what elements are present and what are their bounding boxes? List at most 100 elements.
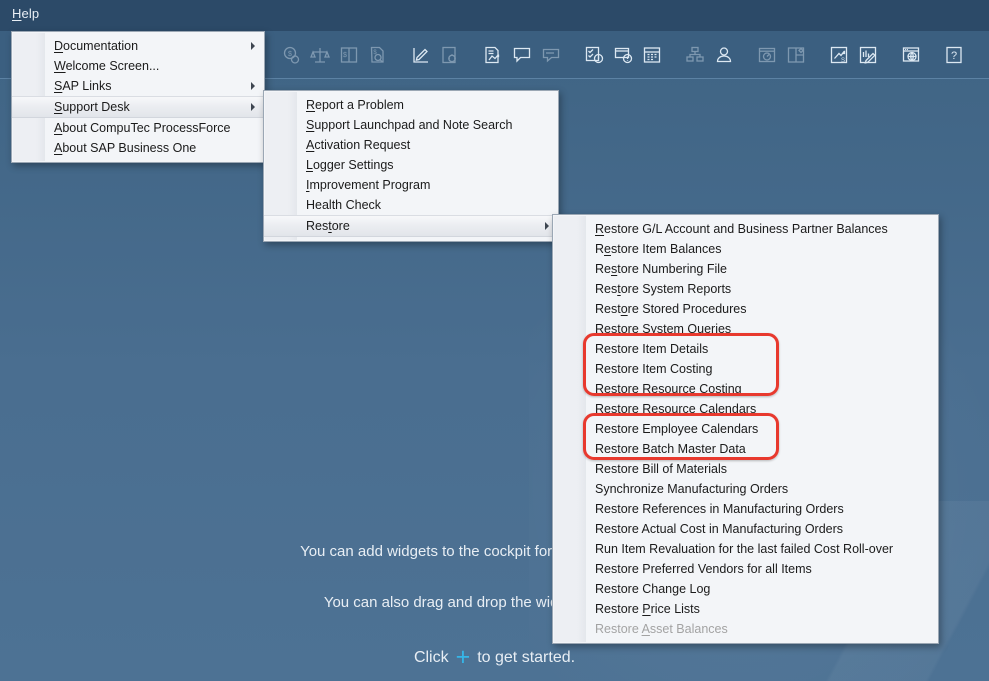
menu-item-report-a-problem[interactable]: Report a Problem xyxy=(264,95,558,115)
checklist-alert-icon[interactable] xyxy=(579,31,608,78)
menu-item-label: Restore Change Log xyxy=(595,582,710,596)
menu-item-label: Support Desk xyxy=(54,100,130,114)
svg-text:S: S xyxy=(840,58,844,64)
menu-item-label: Restore Item Balances xyxy=(595,242,721,256)
menu-item-restore[interactable]: Restore xyxy=(264,215,558,237)
menu-item-restore-price-lists[interactable]: Restore Price Lists xyxy=(553,599,938,619)
menu-item-restore-resource-costing[interactable]: Restore Resource Costing xyxy=(553,379,938,399)
menu-item-restore-employee-calendars[interactable]: Restore Employee Calendars xyxy=(553,419,938,439)
menu-item-documentation[interactable]: Documentation xyxy=(12,36,264,56)
document-settings-icon xyxy=(435,31,464,78)
support-desk-menu: Report a Problem Support Launchpad and No… xyxy=(263,90,559,242)
menu-item-restore-system-reports[interactable]: Restore System Reports xyxy=(553,279,938,299)
menu-item-label: Activation Request xyxy=(306,138,410,152)
svg-text:?: ? xyxy=(950,50,956,62)
menu-item-restore-item-costing[interactable]: Restore Item Costing xyxy=(553,359,938,379)
calendar-icon[interactable] xyxy=(637,31,666,78)
help-question-icon[interactable]: ? xyxy=(939,31,968,78)
message-reply-icon xyxy=(536,31,565,78)
menu-item-run-item-revaluation-for-the-last-failed-cost-ro[interactable]: Run Item Revaluation for the last failed… xyxy=(553,539,938,559)
menu-item-label: Restore Resource Calendars xyxy=(595,402,756,416)
menu-item-restore-batch-master-data[interactable]: Restore Batch Master Data xyxy=(553,439,938,459)
dashboard-gauge-icon xyxy=(752,31,781,78)
menu-item-label: Restore Price Lists xyxy=(595,602,700,616)
menu-item-label: Welcome Screen... xyxy=(54,59,159,73)
cockpit-hint-suffix: to get started. xyxy=(477,649,575,666)
menu-item-synchronize-manufacturing-orders[interactable]: Synchronize Manufacturing Orders xyxy=(553,479,938,499)
menu-item-restore-actual-cost-in-manufacturing-orders[interactable]: Restore Actual Cost in Manufacturing Ord… xyxy=(553,519,938,539)
window-alert-icon[interactable] xyxy=(608,31,637,78)
menu-item-health-check[interactable]: Health Check xyxy=(264,195,558,215)
cockpit-hint-prefix: Click xyxy=(414,649,449,666)
svg-text:$: $ xyxy=(288,51,292,58)
menu-item-about-sap-business-one[interactable]: About SAP Business One xyxy=(12,138,264,158)
menu-item-restore-item-balances[interactable]: Restore Item Balances xyxy=(553,239,938,259)
menu-item-label: Restore System Reports xyxy=(595,282,731,296)
signature-edit-icon[interactable] xyxy=(853,31,882,78)
menu-item-label: Restore Batch Master Data xyxy=(595,442,746,456)
document-search-icon: $ xyxy=(363,31,392,78)
menu-item-restore-g-l-account-and-business-partner-balance[interactable]: Restore G/L Account and Business Partner… xyxy=(553,219,938,239)
svg-text:$: $ xyxy=(343,52,347,59)
menubar-item-help[interactable]: Help xyxy=(12,6,39,21)
message-icon[interactable] xyxy=(507,31,536,78)
menu-item-label: Restore Item Costing xyxy=(595,362,712,376)
browser-globe-icon[interactable] xyxy=(896,31,925,78)
split-panel-amount-icon: $ xyxy=(334,31,363,78)
menu-item-welcome-screen[interactable]: Welcome Screen... xyxy=(12,56,264,76)
menu-bar: Help xyxy=(0,0,989,31)
menu-item-restore-system-queries[interactable]: Restore System Queries xyxy=(553,319,938,339)
user-profile-icon[interactable] xyxy=(709,31,738,78)
find-amount-icon: $ xyxy=(276,31,305,78)
menu-item-label: Documentation xyxy=(54,39,138,53)
menu-item-label: Restore Employee Calendars xyxy=(595,422,758,436)
menu-item-label: Restore G/L Account and Business Partner… xyxy=(595,222,888,236)
menu-item-restore-numbering-file[interactable]: Restore Numbering File xyxy=(553,259,938,279)
document-approval-icon[interactable] xyxy=(478,31,507,78)
menu-item-label: Restore Preferred Vendors for all Items xyxy=(595,562,812,576)
menu-item-restore-item-details[interactable]: Restore Item Details xyxy=(553,339,938,359)
trend-sales-icon[interactable]: S xyxy=(824,31,853,78)
menu-item-restore-resource-calendars[interactable]: Restore Resource Calendars xyxy=(553,399,938,419)
menu-item-restore-stored-procedures[interactable]: Restore Stored Procedures xyxy=(553,299,938,319)
menu-item-restore-change-log[interactable]: Restore Change Log xyxy=(553,579,938,599)
menu-item-label: Restore Item Details xyxy=(595,342,708,356)
menu-item-restore-preferred-vendors-for-all-items[interactable]: Restore Preferred Vendors for all Items xyxy=(553,559,938,579)
menu-item-improvement-program[interactable]: Improvement Program xyxy=(264,175,558,195)
menu-item-label: Restore Numbering File xyxy=(595,262,727,276)
menu-item-label: About CompuTec ProcessForce xyxy=(54,121,230,135)
submenu-arrow-icon xyxy=(251,42,255,50)
submenu-arrow-icon xyxy=(251,103,255,111)
submenu-arrow-icon xyxy=(545,222,549,230)
plus-icon[interactable]: + xyxy=(449,643,478,671)
toolbar-icon-group: $ $ $ S? xyxy=(276,31,968,78)
menu-item-label: Restore System Queries xyxy=(595,322,731,336)
menu-item-support-launchpad-and-note-search[interactable]: Support Launchpad and Note Search xyxy=(264,115,558,135)
menu-item-label: Restore Actual Cost in Manufacturing Ord… xyxy=(595,522,843,536)
menu-item-restore-references-in-manufacturing-orders[interactable]: Restore References in Manufacturing Orde… xyxy=(553,499,938,519)
submenu-arrow-icon xyxy=(251,82,255,90)
menu-item-sap-links[interactable]: SAP Links xyxy=(12,76,264,96)
menu-item-restore-bill-of-materials[interactable]: Restore Bill of Materials xyxy=(553,459,938,479)
menu-item-label: About SAP Business One xyxy=(54,141,196,155)
menu-item-label: SAP Links xyxy=(54,79,111,93)
menu-item-support-desk[interactable]: Support Desk xyxy=(12,96,264,118)
menu-item-activation-request[interactable]: Activation Request xyxy=(264,135,558,155)
menu-item-label: Report a Problem xyxy=(306,98,404,112)
help-menu: Documentation Welcome Screen... SAP Links S… xyxy=(11,31,265,163)
menu-item-label: Restore References in Manufacturing Orde… xyxy=(595,502,844,516)
menu-item-label: Logger Settings xyxy=(306,158,394,172)
balance-scale-icon xyxy=(305,31,334,78)
edit-pencil-icon[interactable] xyxy=(406,31,435,78)
menu-item-label: Restore Bill of Materials xyxy=(595,462,727,476)
menu-item-label: Health Check xyxy=(306,198,381,212)
org-chart-icon xyxy=(680,31,709,78)
menu-item-logger-settings[interactable]: Logger Settings xyxy=(264,155,558,175)
menu-item-label: Restore Stored Procedures xyxy=(595,302,746,316)
layout-tiles-icon xyxy=(781,31,810,78)
restore-menu: Restore G/L Account and Business Partner… xyxy=(552,214,939,644)
menu-item-about-computec-processforce[interactable]: About CompuTec ProcessForce xyxy=(12,118,264,138)
cockpit-hint-line-3: Click+to get started. xyxy=(0,643,989,672)
menu-item-label: Improvement Program xyxy=(306,178,430,192)
menu-item-restore-asset-balances: Restore Asset Balances xyxy=(553,619,938,639)
